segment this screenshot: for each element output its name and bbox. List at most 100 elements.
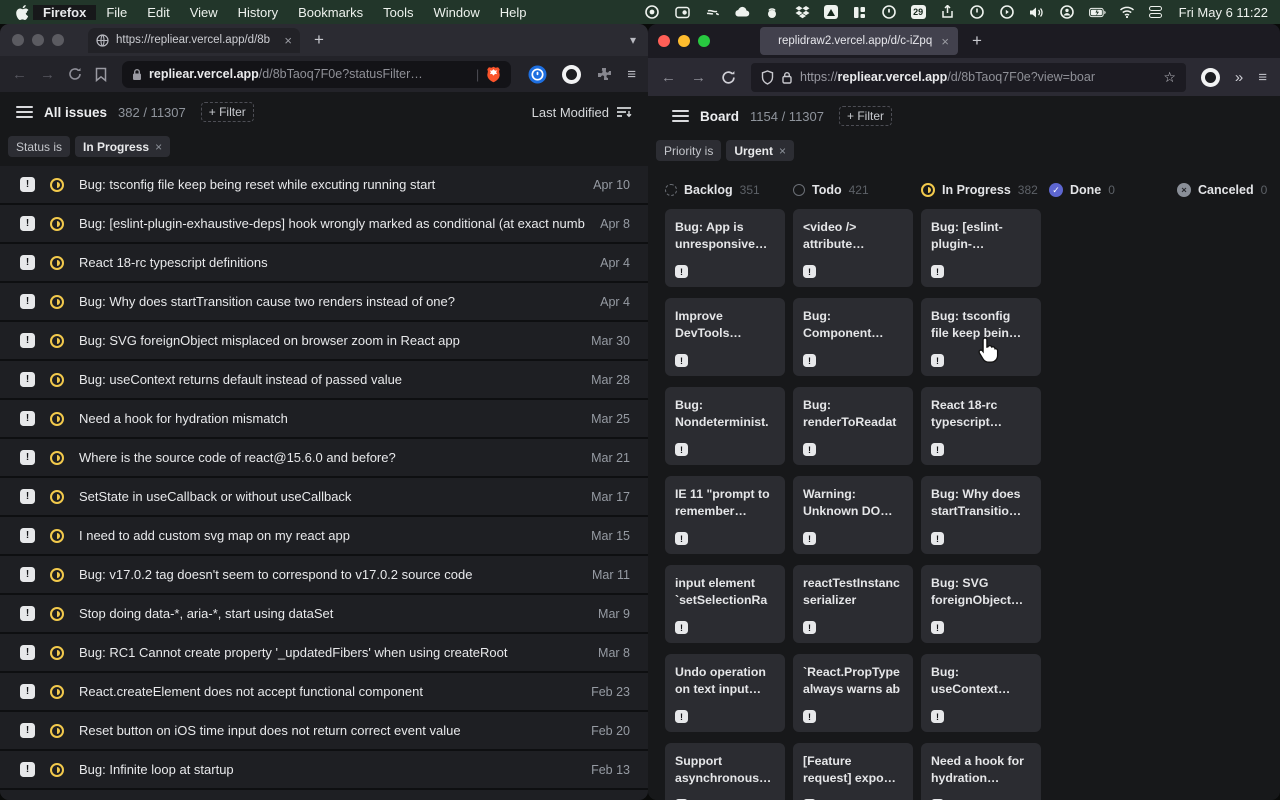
issue-row[interactable]: !Bug: SVG foreignObject misplaced on bro… [0,322,648,359]
docker-icon[interactable] [704,5,721,20]
sort-label[interactable]: Last Modified [532,105,609,120]
issue-card[interactable]: Improve DevTools…! [665,298,785,376]
issue-row[interactable]: !Bug: tsconfig file keep being reset whi… [0,166,648,203]
menu-tools[interactable]: Tools [373,5,423,20]
remove-filter-icon[interactable]: × [779,144,786,158]
issue-card[interactable]: Need a hook for hydration…! [921,743,1041,800]
play-icon[interactable] [999,5,1016,20]
issue-card[interactable]: Bug: SVG foreignObject…! [921,565,1041,643]
camera-icon[interactable] [674,5,691,20]
apple-icon[interactable] [16,5,29,20]
onepassword-extension-icon[interactable] [528,65,547,84]
menu-bookmarks[interactable]: Bookmarks [288,5,373,20]
reload-button[interactable] [721,70,736,85]
lock-icon[interactable] [782,71,792,84]
brave-shield-icon[interactable] [486,66,501,83]
calendar-icon[interactable]: 29 [911,5,926,19]
issue-row[interactable]: !Need a hook for hydration mismatchMar 2… [0,400,648,437]
issue-row[interactable]: !SetState in useCallback or without useC… [0,478,648,515]
issue-row[interactable]: !React.createElement does not accept fun… [0,673,648,710]
menu-view[interactable]: View [180,5,228,20]
issue-card[interactable]: Bug: Component…! [793,298,913,376]
homebrew-icon[interactable] [764,5,781,20]
add-filter-button[interactable]: + Filter [839,106,892,126]
tab-close-icon[interactable]: × [941,34,949,49]
back-button[interactable]: ← [661,69,676,86]
issue-card[interactable]: Bug: [eslint- plugin-…! [921,209,1041,287]
issue-card[interactable]: Bug: App is unresponsive…! [665,209,785,287]
issue-row[interactable]: !Bug: useContext returns default instead… [0,361,648,398]
browser-tab[interactable]: replidraw2.vercel.app/d/c-iZpq × [760,27,958,55]
share-icon[interactable] [939,5,956,20]
issue-card[interactable]: IE 11 "prompt to remember…! [665,476,785,554]
issue-card[interactable]: Bug: useContext…! [921,654,1041,732]
issue-row[interactable]: !Reset button on iOS time input does not… [0,712,648,749]
forward-button[interactable]: → [40,66,55,83]
issue-row[interactable]: !Bug: RC1 Cannot create property '_updat… [0,634,648,671]
new-tab-button[interactable]: + [972,31,982,51]
issue-card[interactable]: [Feature request] expo…! [793,743,913,800]
menu-window[interactable]: Window [424,5,490,20]
issue-card[interactable]: <video /> attribute…! [793,209,913,287]
rectangles-icon[interactable] [851,5,868,20]
alarm-icon[interactable] [1059,5,1076,20]
tab-close-icon[interactable]: × [284,33,292,48]
power-icon[interactable] [969,5,986,20]
extensions-puzzle-icon[interactable] [596,66,612,82]
close-window-button[interactable] [12,34,24,46]
issue-card[interactable]: Bug: renderToReadat! [793,387,913,465]
zoom-window-button[interactable] [52,34,64,46]
sidebar-menu-icon[interactable] [672,110,689,122]
record-icon[interactable] [644,5,661,20]
issue-row[interactable]: !Bug: Infinite loop at startupFeb 13 [0,751,648,788]
issue-row[interactable]: !Bug: [eslint-plugin-exhaustive-deps] ho… [0,205,648,242]
browser-tab[interactable]: https://repliear.vercel.app/d/8b × [88,28,300,53]
onepassword-icon[interactable] [881,5,898,20]
issue-row[interactable]: !Where is the source code of react@15.6.… [0,439,648,476]
address-bar[interactable]: https://repliear.vercel.app/d/8bTaoq7F0e… [751,63,1186,92]
add-filter-button[interactable]: + Filter [201,102,254,122]
overflow-menu-icon[interactable]: » [1235,69,1243,86]
issue-card[interactable]: `React.PropType always warns ab! [793,654,913,732]
menu-history[interactable]: History [228,5,288,20]
bookmark-star-icon[interactable]: ☆ [1163,69,1176,86]
battery-icon[interactable] [1089,5,1106,20]
browser-menu-icon[interactable]: ≡ [627,66,636,83]
list-tabs-chevron-icon[interactable]: ▾ [630,33,636,47]
dropbox-icon[interactable] [794,5,811,20]
github-extension-icon[interactable] [562,65,581,84]
shield-icon[interactable] [761,70,774,85]
minimize-window-button[interactable] [678,35,690,47]
sort-icon[interactable] [616,106,632,118]
back-button[interactable]: ← [12,66,27,83]
issue-card[interactable]: Bug: Why does startTransitio…! [921,476,1041,554]
issue-row[interactable]: !Bug: v17.0.2 tag doesn't seem to corres… [0,556,648,593]
browser-menu-icon[interactable]: ≡ [1258,69,1267,86]
issue-row[interactable]: ![DevTools Bug] Unsupported Bridge opera… [0,790,648,800]
menu-bar-clock[interactable]: Fri May 6 11:22 [1179,5,1268,20]
minimize-window-button[interactable] [32,34,44,46]
menu-help[interactable]: Help [490,5,537,20]
control-center-icon[interactable] [1149,6,1162,19]
menu-firefox[interactable]: Firefox [33,5,96,20]
issue-card[interactable]: Warning: Unknown DO…! [793,476,913,554]
issue-row[interactable]: !I need to add custom svg map on my reac… [0,517,648,554]
remove-filter-icon[interactable]: × [155,140,162,154]
cloud-icon[interactable] [734,5,751,20]
issue-card[interactable]: Undo operation on text input…! [665,654,785,732]
close-window-button[interactable] [658,35,670,47]
menu-edit[interactable]: Edit [137,5,179,20]
menu-file[interactable]: File [96,5,137,20]
volume-icon[interactable] [1029,5,1046,20]
new-tab-button[interactable]: + [314,30,324,50]
address-bar[interactable]: repliear.vercel.app/d/8bTaoq7F0e?statusF… [122,61,511,88]
issue-card[interactable]: Support asynchronous…! [665,743,785,800]
bookmark-icon[interactable] [95,67,107,82]
issue-card[interactable]: input element `setSelectionRa! [665,565,785,643]
wifi-icon[interactable] [1119,5,1136,20]
issue-card[interactable]: reactTestInstanc serializer! [793,565,913,643]
vercel-icon[interactable] [824,5,838,19]
zoom-window-button[interactable] [698,35,710,47]
forward-button[interactable]: → [691,69,706,86]
github-extension-icon[interactable] [1201,68,1220,87]
